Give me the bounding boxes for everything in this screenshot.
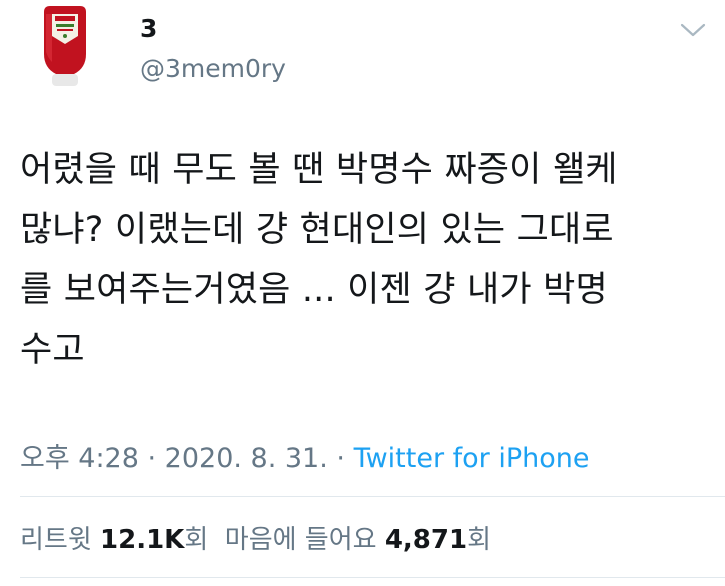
likes-unit: 회 xyxy=(467,525,492,555)
likes-label: 마음에 들어요 xyxy=(224,525,377,555)
tweet-source-link[interactable]: Twitter for iPhone xyxy=(354,443,590,474)
ketchup-bottle-icon xyxy=(44,6,86,86)
tweet-text-line: 를 보여주는거였음 ... 이젠 걍 내가 박명 xyxy=(20,270,608,310)
retweets-count: 12.1K xyxy=(100,525,185,555)
retweets-stat[interactable]: 리트윗 12.1K회 xyxy=(20,525,208,555)
retweets-unit: 회 xyxy=(184,525,209,555)
display-name[interactable]: 3 xyxy=(140,14,157,43)
tweet-stats: 리트윗 12.1K회 마음에 들어요 4,871회 xyxy=(20,519,491,556)
separator: · xyxy=(138,443,165,474)
likes-stat[interactable]: 마음에 들어요 4,871회 xyxy=(225,525,491,555)
likes-count: 4,871 xyxy=(384,525,468,555)
tweet-time[interactable]: 오후 4:28 xyxy=(20,443,139,474)
tweet-text-line: 많냐? 이랬는데 걍 현대인의 있는 그대로 xyxy=(20,210,614,250)
tweet-metadata: 오후 4:28 · 2020. 8. 31. · Twitter for iPh… xyxy=(20,436,590,475)
user-handle[interactable]: @3mem0ry xyxy=(140,54,286,83)
tweet-date[interactable]: 2020. 8. 31. xyxy=(165,443,328,474)
chevron-down-icon xyxy=(680,23,706,37)
tweet-text: 어렸을 때 무도 볼 땐 박명수 짜증이 왤케 많냐? 이랬는데 걍 현대인의 … xyxy=(20,140,710,380)
avatar[interactable] xyxy=(22,2,108,88)
tweet-text-line: 어렸을 때 무도 볼 땐 박명수 짜증이 왤케 xyxy=(20,150,618,190)
tweet-text-line: 수고 xyxy=(20,330,85,370)
divider xyxy=(20,577,725,578)
more-options-button[interactable] xyxy=(678,20,708,40)
retweets-label: 리트윗 xyxy=(20,525,92,555)
divider xyxy=(20,496,725,497)
separator: · xyxy=(327,443,354,474)
